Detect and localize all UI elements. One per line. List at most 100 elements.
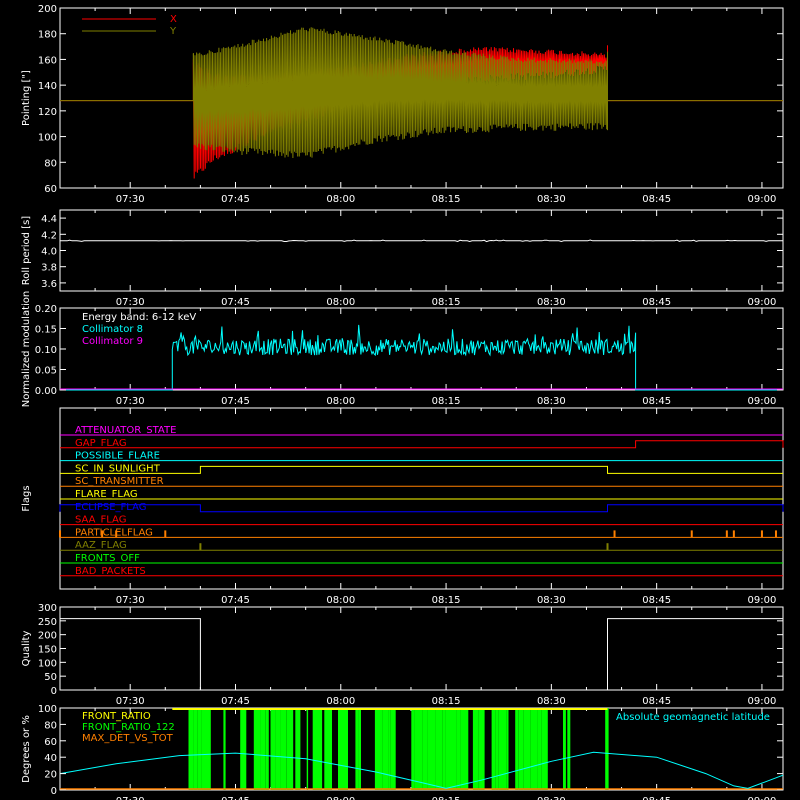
x-tick-label: 08:30 [537, 796, 566, 800]
flag-trace [60, 440, 784, 449]
y-axis-label: Flags [21, 485, 32, 511]
front-ratio-122-bar [411, 708, 415, 790]
x-tick-label: 08:45 [642, 194, 671, 205]
front-ratio-122-bar [193, 708, 198, 790]
x-tick-label: 07:45 [221, 194, 250, 205]
front-ratio-122-bar [358, 708, 361, 790]
flag-label: PARTICLELFLAG [75, 527, 153, 538]
front-ratio-122-bar [275, 708, 281, 790]
x-tick-label: 08:45 [642, 796, 671, 800]
x-tick-label: 09:00 [748, 796, 777, 800]
x-tick-label: 09:00 [748, 696, 777, 707]
flag-trace [60, 465, 783, 474]
front-ratio-122-bar [445, 708, 453, 790]
front-ratio-122-bar [390, 708, 396, 790]
x-tick-label: 08:00 [326, 396, 355, 407]
front-ratio-122-bar [523, 708, 531, 790]
y-tick-label: 0 [51, 786, 57, 797]
x-tick-label: 07:45 [221, 696, 250, 707]
front-ratio-122-bar [280, 708, 287, 790]
panel-3: 07:30 07:45 08:00 08:15 08:30 08:45 09:00 0.00 0… [21, 291, 784, 408]
front-ratio-122-bar [518, 708, 524, 790]
x-tick-label: 08:00 [326, 696, 355, 707]
front-ratio-122-bar [374, 708, 383, 790]
series-y [192, 27, 608, 159]
front-ratio-122-bar [456, 708, 461, 790]
y-tick-label: 100 [38, 133, 57, 144]
x-tick-label: 08:30 [537, 696, 566, 707]
front-ratio-122-bar [240, 708, 247, 790]
front-ratio-122-bar [388, 708, 391, 790]
front-ratio-122-bar [563, 708, 566, 790]
x-tick-label: 09:00 [748, 297, 777, 308]
x-tick-label: 07:45 [221, 796, 250, 800]
x-tick-label: 08:00 [326, 796, 355, 800]
flag-gap-flag: GAP_FLAG [60, 438, 784, 449]
x-tick-label: 08:00 [326, 194, 355, 205]
flag-flare-flag: FLARE_FLAG [60, 489, 783, 500]
x-tick-label: 07:30 [116, 297, 145, 308]
front-ratio-122-bar [338, 708, 342, 790]
flag-saa-flag: SAA_FLAG [60, 515, 783, 526]
legend-label-ratio: MAX_DET_VS_TOT [82, 733, 174, 744]
front-ratio-122-bar [442, 708, 446, 790]
y-tick-label: 3.8 [41, 263, 57, 274]
y-axis-label: Quality [21, 631, 32, 667]
y-tick-label: 0.20 [35, 304, 57, 315]
series-collimator-8 [60, 324, 783, 391]
front-ratio-122-bar [382, 708, 389, 790]
x-tick-label: 08:45 [642, 595, 671, 606]
y-tick-label: 100 [38, 704, 57, 715]
y-tick-label: 60 [44, 737, 57, 748]
legend-label-collimator: Collimator 8 [82, 324, 143, 335]
y-tick-label: 160 [38, 55, 57, 66]
flag-fronts-off: FRONTS_OFF [60, 553, 783, 564]
x-tick-label: 08:00 [326, 595, 355, 606]
y-tick-label: 0.05 [35, 366, 57, 377]
y-tick-label: 250 [38, 617, 57, 628]
x-tick-label: 09:00 [748, 396, 777, 407]
front-ratio-122-bar [605, 708, 609, 790]
y-axis-label: Normalized modulation [21, 291, 32, 408]
front-ratio-122-bar [260, 708, 266, 790]
flag-label: ATTENUATOR_STATE [75, 425, 176, 436]
y-tick-label: 0.15 [35, 325, 57, 336]
front-ratio-122-bar [472, 708, 479, 790]
y-tick-label: 200 [38, 631, 57, 642]
flag-attenuator-state: ATTENUATOR_STATE [60, 425, 783, 436]
front-ratio-122-bar [295, 708, 301, 790]
y-tick-label: 150 [38, 645, 57, 656]
front-ratio-122-bar [265, 708, 269, 790]
legend-label-ratio: FRONT_RATIO_122 [82, 722, 175, 733]
flag-bad-packets: BAD_PACKETS [60, 566, 783, 577]
panel-2: 07:30 07:45 08:00 08:15 08:30 08:45 09:00 3.6 3.… [21, 209, 784, 308]
x-tick-label: 08:45 [642, 696, 671, 707]
front-ratio-122-bar [495, 708, 499, 790]
panel-5: 07:30 07:45 08:00 08:15 08:30 08:45 09:00 0 50 10… [21, 603, 784, 707]
front-ratio-122-bar [478, 708, 485, 790]
panel-6: 07:30 07:45 08:00 08:15 08:30 08:45 09:00 0 20 40… [21, 704, 784, 800]
y-axis-label: Roll period [s] [21, 216, 32, 285]
front-ratio-122-bar [530, 708, 538, 790]
front-ratio-122-bar [414, 708, 422, 790]
front-ratio-122-bar [427, 708, 436, 790]
y-tick-label: 4.4 [41, 214, 57, 225]
flag-aaz-flag: AAZ_FLAG [60, 540, 783, 551]
x-tick-label: 08:30 [537, 396, 566, 407]
x-tick-label: 08:15 [432, 696, 461, 707]
front-ratio-122-bar [541, 708, 548, 790]
front-ratio-122-bar [537, 708, 542, 790]
panel-4: 07:30 07:45 08:00 08:15 08:30 08:45 09:00 ATTEN… [21, 407, 784, 606]
y-tick-label: 60 [44, 184, 57, 195]
legend-label-latitude: Absolute geomagnetic latitude [616, 712, 770, 723]
legend-label-collimator: Collimator 9 [82, 336, 143, 347]
flag-label: SC_IN_SUNLIGHT [75, 463, 161, 474]
y-tick-label: 140 [38, 81, 57, 92]
x-tick-label: 08:15 [432, 297, 461, 308]
flag-label: FRONTS_OFF [75, 553, 140, 564]
y-tick-label: 3.6 [41, 279, 57, 290]
flag-label: POSSIBLE_FLARE [75, 451, 160, 462]
panel-frame [59, 606, 784, 691]
front-ratio-122-bar [422, 708, 428, 790]
y-tick-label: 50 [44, 672, 57, 683]
